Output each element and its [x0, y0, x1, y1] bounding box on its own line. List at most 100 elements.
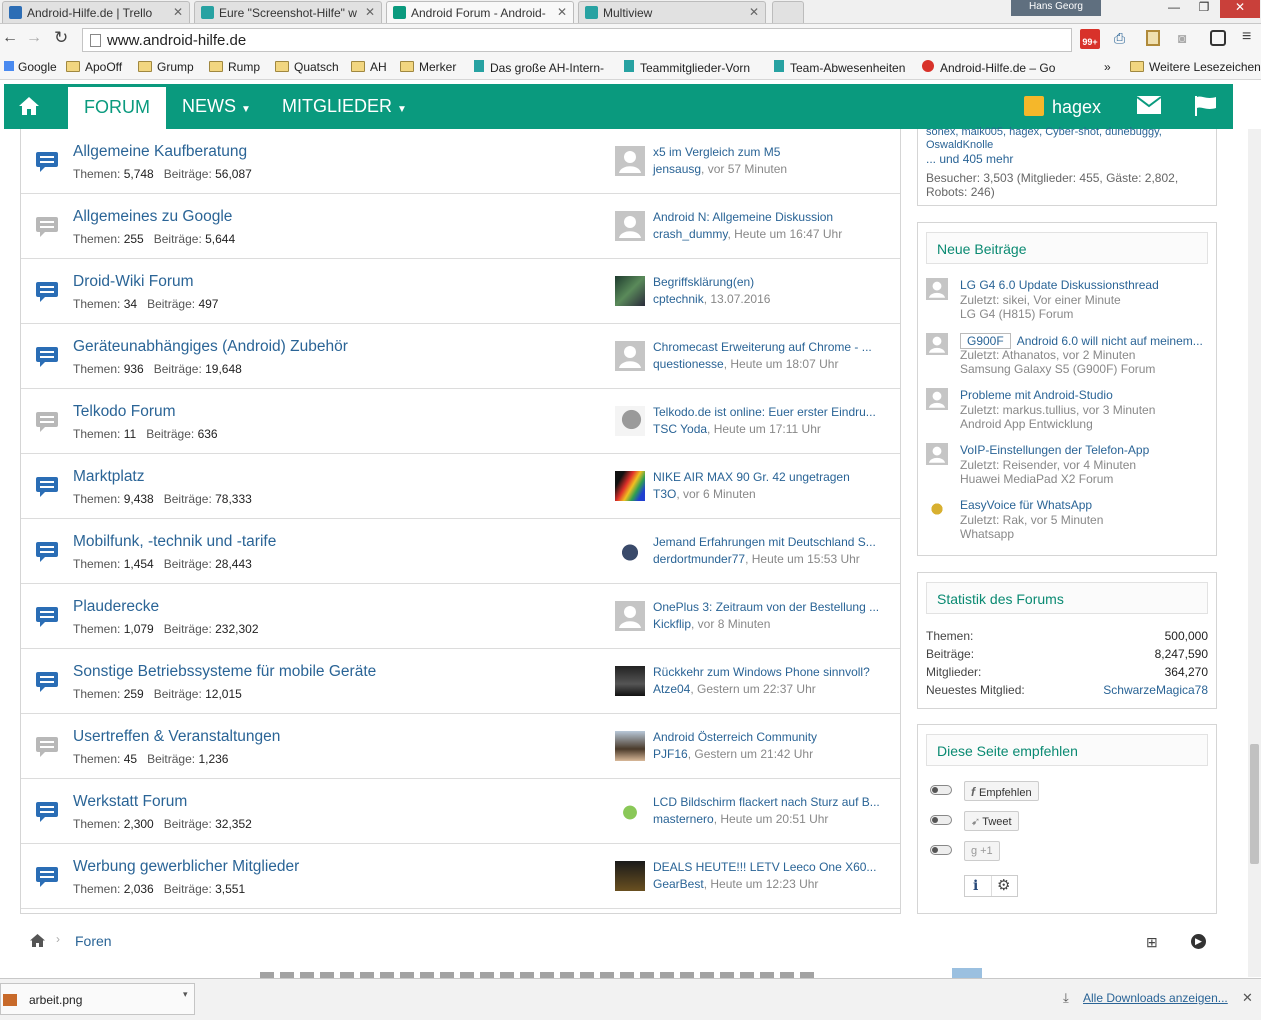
nav-news[interactable]: NEWS ▼: [182, 84, 251, 129]
last-poster-link[interactable]: derdortmunder77: [653, 552, 745, 566]
last-poster-link[interactable]: TSC Yoda: [653, 422, 707, 436]
bookmark-ah-intern[interactable]: Das große AH-Intern-: [474, 60, 604, 75]
home-icon[interactable]: [30, 934, 45, 947]
forum-title-link[interactable]: Allgemeines zu Google: [73, 208, 232, 226]
forward-icon[interactable]: →: [26, 29, 42, 47]
newest-member-link[interactable]: SchwarzeMagica78: [1103, 683, 1208, 697]
last-poster-avatar[interactable]: [615, 341, 645, 371]
online-members-list[interactable]: sonex, maik005, hagex, Cyber-shot, duneb…: [926, 126, 1162, 138]
forum-title-link[interactable]: Allgemeine Kaufberatung: [73, 143, 247, 161]
back-icon[interactable]: ←: [2, 29, 18, 47]
bookmark-android-hilfe-google[interactable]: Android-Hilfe.de – Go: [922, 60, 1055, 75]
forum-title-link[interactable]: Plauderecke: [73, 598, 159, 616]
minimize-icon[interactable]: —: [1160, 0, 1188, 18]
google-privacy-toggle[interactable]: [930, 845, 952, 855]
last-poster-link[interactable]: PJF16: [653, 747, 688, 761]
poster-avatar[interactable]: [926, 388, 948, 410]
forum-title-link[interactable]: Werkstatt Forum: [73, 793, 187, 811]
last-poster-avatar[interactable]: [615, 601, 645, 631]
bookmark-folder-rump[interactable]: Rump: [209, 60, 260, 74]
bookmark-folder-ah[interactable]: AH: [351, 60, 387, 74]
gear-icon[interactable]: ⚙: [997, 876, 1010, 894]
nav-mitglieder[interactable]: MITGLIEDER ▼: [282, 84, 407, 129]
new-post-thread[interactable]: G900F Android 6.0 will nicht auf meinem..…: [960, 333, 1206, 349]
bookmarks-overflow-button[interactable]: »: [1104, 60, 1111, 74]
camera-icon[interactable]: ◙: [1178, 30, 1186, 46]
last-poster-link[interactable]: crash_dummy: [653, 227, 727, 241]
forum-title-link[interactable]: Werbung gewerblicher Mitglieder: [73, 858, 299, 876]
user-menu[interactable]: hagex: [1024, 84, 1101, 129]
last-poster-avatar[interactable]: [615, 666, 645, 696]
last-poster-link[interactable]: Kickflip: [653, 617, 691, 631]
last-poster-link[interactable]: GearBest: [653, 877, 704, 891]
bookmark-folder-grump[interactable]: Grump: [138, 60, 194, 74]
forum-title-link[interactable]: Telkodo Forum: [73, 403, 176, 421]
forum-title-link[interactable]: Geräteunabhängiges (Android) Zubehör: [73, 338, 348, 356]
last-thread-link[interactable]: Chromecast Erweiterung auf Chrome - ...: [653, 340, 885, 354]
close-tab-icon[interactable]: ✕: [365, 5, 375, 19]
last-poster-link[interactable]: jensausg: [653, 162, 701, 176]
new-post-thread[interactable]: VoIP-Einstellungen der Telefon-App: [960, 443, 1206, 457]
poster-avatar[interactable]: [926, 498, 948, 520]
notification-badge[interactable]: 99+: [1080, 29, 1100, 49]
last-poster-avatar[interactable]: [615, 406, 645, 436]
online-member-link[interactable]: OswaldKnolle: [926, 139, 993, 151]
last-thread-link[interactable]: NIKE AIR MAX 90 Gr. 42 ungetragen: [653, 470, 885, 484]
scrollbar[interactable]: [1248, 129, 1261, 977]
breadcrumb-item-foren[interactable]: Foren: [75, 933, 112, 949]
forum-title-link[interactable]: Mobilfunk, -technik und -tarife: [73, 533, 276, 551]
last-thread-link[interactable]: Begriffsklärung(en): [653, 275, 885, 289]
download-item[interactable]: arbeit.png ▾: [0, 983, 195, 1015]
info-icon[interactable]: i: [973, 878, 978, 894]
new-tab-button[interactable]: [772, 1, 804, 23]
tab-screenshot-hilfe[interactable]: Eure "Screenshot-Hilfe" w ✕: [194, 1, 382, 23]
bookmark-folder-merker[interactable]: Merker: [400, 60, 456, 74]
bookmark-team-abwesenheiten[interactable]: Team-Abwesenheiten: [774, 60, 905, 75]
last-poster-link[interactable]: T3O: [653, 487, 676, 501]
bookmark-folder-weitere[interactable]: Weitere Lesezeichen: [1130, 60, 1261, 74]
last-poster-avatar[interactable]: [615, 211, 645, 241]
ad-banner-fragment[interactable]: [260, 970, 820, 978]
clipboard-icon[interactable]: [1146, 30, 1160, 46]
close-tab-icon[interactable]: ✕: [557, 5, 567, 19]
bookmark-folder-apooff[interactable]: ApoOff: [66, 60, 122, 74]
last-thread-link[interactable]: LCD Bildschirm flackert nach Sturz auf B…: [653, 795, 885, 809]
last-poster-link[interactable]: masternero: [653, 812, 714, 826]
tab-trello[interactable]: Android-Hilfe.de | Trello ✕: [2, 1, 190, 23]
forum-title-link[interactable]: Sonstige Betriebssysteme für mobile Gerä…: [73, 663, 376, 681]
show-all-downloads-link[interactable]: Alle Downloads anzeigen...: [1083, 991, 1228, 1005]
menu-icon[interactable]: ≡: [1242, 28, 1251, 46]
last-poster-avatar[interactable]: [615, 861, 645, 891]
last-thread-link[interactable]: Rückkehr zum Windows Phone sinnvoll?: [653, 665, 885, 679]
jump-arrow-icon[interactable]: ▶: [1191, 934, 1206, 949]
last-thread-link[interactable]: DEALS HEUTE!!! LETV Leeco One X60...: [653, 860, 885, 874]
tweet-button[interactable]: ➹ Tweet: [964, 811, 1019, 831]
close-tab-icon[interactable]: ✕: [173, 5, 183, 19]
profile-name[interactable]: Hans Georg: [1011, 0, 1101, 16]
restore-icon[interactable]: ❐: [1190, 0, 1218, 18]
last-thread-link[interactable]: x5 im Vergleich zum M5: [653, 145, 885, 159]
poster-avatar[interactable]: [926, 278, 948, 300]
bookmark-folder-quatsch[interactable]: Quatsch: [275, 60, 339, 74]
forum-title-link[interactable]: Usertreffen & Veranstaltungen: [73, 728, 280, 746]
nav-forum[interactable]: FORUM: [68, 84, 166, 129]
bookmark-google[interactable]: Google: [4, 60, 57, 74]
poster-avatar[interactable]: [926, 443, 948, 465]
new-post-thread[interactable]: EasyVoice für WhatsApp: [960, 498, 1206, 512]
close-window-icon[interactable]: ✕: [1220, 0, 1260, 18]
poster-avatar[interactable]: [926, 333, 948, 355]
ad-choices-icon[interactable]: [952, 968, 982, 978]
last-poster-avatar[interactable]: [615, 796, 645, 826]
close-download-bar-icon[interactable]: ✕: [1242, 990, 1253, 1006]
forum-title-link[interactable]: Marktplatz: [73, 468, 145, 486]
last-thread-link[interactable]: Telkodo.de ist online: Euer erster Eindr…: [653, 405, 885, 419]
more-online-link[interactable]: ... und 405 mehr: [926, 152, 1013, 166]
tab-android-forum[interactable]: Android Forum - Android- ✕: [386, 1, 574, 23]
last-poster-link[interactable]: Atze04: [653, 682, 690, 696]
last-thread-link[interactable]: OnePlus 3: Zeitraum von der Bestellung .…: [653, 600, 885, 614]
last-poster-avatar[interactable]: [615, 471, 645, 501]
last-thread-link[interactable]: Android N: Allgemeine Diskussion: [653, 210, 885, 224]
last-thread-link[interactable]: Android Österreich Community: [653, 730, 885, 744]
new-post-thread[interactable]: LG G4 6.0 Update Diskussionsthread: [960, 278, 1206, 292]
google-plus-button[interactable]: g +1: [964, 841, 1000, 861]
